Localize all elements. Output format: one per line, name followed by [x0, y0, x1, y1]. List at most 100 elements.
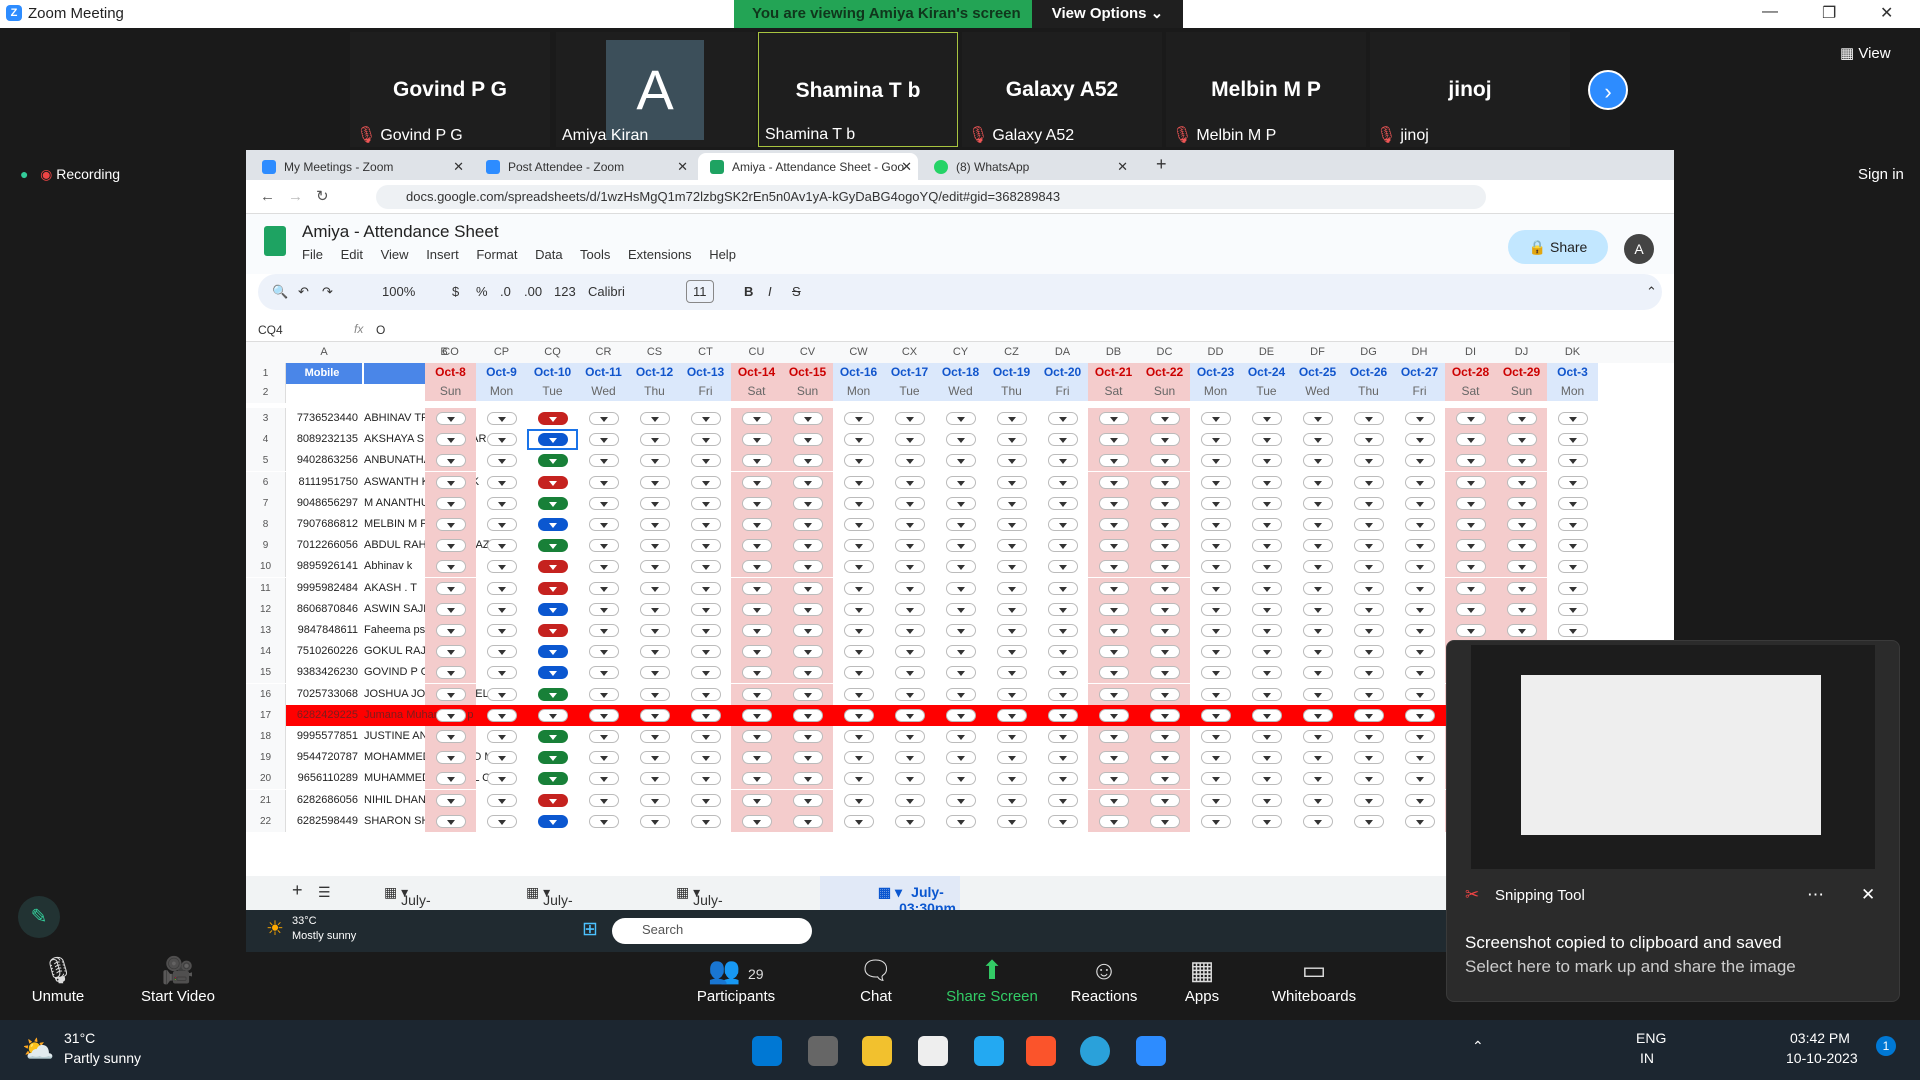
- table-row[interactable]: 5 9402863256 ANBUNATHAN: [246, 450, 1674, 472]
- dropdown-chip[interactable]: [1201, 539, 1231, 553]
- dropdown-chip[interactable]: [844, 730, 874, 743]
- row-number[interactable]: 11: [246, 577, 286, 599]
- dropdown-chip[interactable]: [1354, 708, 1384, 722]
- attendance-cell[interactable]: [1139, 662, 1190, 684]
- attendance-cell[interactable]: [1190, 450, 1241, 471]
- attendance-cell[interactable]: [1088, 429, 1139, 451]
- column-letter[interactable]: CU: [731, 346, 782, 358]
- dropdown-chip[interactable]: [1099, 412, 1129, 425]
- attendance-cell[interactable]: [731, 747, 782, 769]
- attendance-cell[interactable]: [1343, 768, 1394, 789]
- dropdown-chip[interactable]: [1252, 496, 1282, 510]
- mobile-cell[interactable]: 8606870846: [286, 599, 362, 620]
- avatar[interactable]: A: [1624, 234, 1654, 264]
- dropdown-chip[interactable]: [997, 412, 1027, 425]
- menu-edit[interactable]: Edit: [341, 247, 363, 262]
- dropdown-chip[interactable]: [1252, 730, 1282, 743]
- attendance-cell[interactable]: [1292, 747, 1343, 768]
- dropdown-chip[interactable]: [742, 496, 772, 510]
- attendance-cell[interactable]: [833, 747, 884, 768]
- dropdown-chip[interactable]: [1405, 412, 1435, 425]
- attendance-cell[interactable]: [1190, 811, 1241, 832]
- dropdown-chip[interactable]: [487, 433, 517, 447]
- dropdown-chip[interactable]: [691, 560, 721, 574]
- dropdown-chip[interactable]: [487, 730, 517, 743]
- attendance-cell[interactable]: [833, 811, 884, 832]
- dropdown-chip[interactable]: [487, 602, 517, 616]
- dropdown-chip[interactable]: [997, 624, 1027, 637]
- mobile-cell[interactable]: 8111951750: [286, 472, 362, 493]
- attendance-cell[interactable]: [1343, 429, 1394, 450]
- attendance-cell[interactable]: [1190, 556, 1241, 577]
- dropdown-chip[interactable]: [1558, 496, 1588, 510]
- dropdown-chip[interactable]: [1405, 624, 1435, 637]
- row-number[interactable]: 9: [246, 535, 286, 557]
- dropdown-chip[interactable]: [589, 708, 619, 722]
- attendance-cell[interactable]: [578, 408, 629, 429]
- attendance-cell[interactable]: [629, 535, 680, 556]
- dropdown-chip[interactable]: [640, 581, 670, 595]
- dropdown-chip[interactable]: [946, 645, 976, 659]
- dropdown-chip[interactable]: [436, 602, 466, 616]
- reload-icon[interactable]: ↻: [316, 187, 329, 205]
- attendance-cell[interactable]: [986, 790, 1037, 811]
- dropdown-chip[interactable]: [1150, 687, 1180, 701]
- attendance-cell[interactable]: [425, 450, 476, 472]
- sheet-tab-active[interactable]: ▦ July-03:30pm ▾: [820, 876, 960, 910]
- dropdown-chip[interactable]: [997, 454, 1027, 468]
- dropdown-chip[interactable]: [640, 814, 670, 828]
- row-number[interactable]: 16: [246, 683, 286, 705]
- attendance-cell[interactable]: [476, 450, 527, 471]
- font-select[interactable]: Calibri: [588, 284, 625, 299]
- attendance-cell[interactable]: [1139, 705, 1190, 726]
- dropdown-chip[interactable]: [1303, 454, 1333, 468]
- attendance-cell[interactable]: [527, 556, 578, 577]
- attendance-cell[interactable]: [1088, 577, 1139, 599]
- attendance-cell[interactable]: [1037, 726, 1088, 747]
- dropdown-chip[interactable]: [742, 645, 772, 659]
- dropdown-chip[interactable]: [589, 560, 619, 574]
- attendance-cell[interactable]: [884, 599, 935, 620]
- attendance-cell[interactable]: [476, 641, 527, 662]
- start-video-button[interactable]: 🎥 Start Video: [128, 952, 228, 1005]
- dropdown-chip[interactable]: [589, 793, 619, 807]
- attendance-cell[interactable]: [1241, 811, 1292, 832]
- attendance-cell[interactable]: [476, 556, 527, 577]
- dropdown-chip[interactable]: [1252, 645, 1282, 659]
- dropdown-chip[interactable]: [538, 793, 568, 807]
- dropdown-chip[interactable]: [1303, 602, 1333, 616]
- dropdown-chip[interactable]: [1507, 412, 1537, 425]
- dropdown-chip[interactable]: [1201, 730, 1231, 743]
- attendance-cell[interactable]: [1241, 514, 1292, 535]
- dropdown-chip[interactable]: [1201, 518, 1231, 531]
- dropdown-chip[interactable]: [895, 496, 925, 510]
- dropdown-chip[interactable]: [1405, 751, 1435, 765]
- dropdown-chip[interactable]: [1252, 751, 1282, 765]
- dropdown-chip[interactable]: [538, 412, 568, 425]
- dropdown-chip[interactable]: [1405, 645, 1435, 659]
- dropdown-chip[interactable]: [844, 496, 874, 510]
- attendance-cell[interactable]: [680, 556, 731, 577]
- attendance-cell[interactable]: [629, 514, 680, 535]
- attendance-cell[interactable]: [1292, 472, 1343, 493]
- dropdown-chip[interactable]: [997, 666, 1027, 680]
- annotate-pen-icon[interactable]: ✎: [18, 896, 60, 938]
- attendance-cell[interactable]: [476, 514, 527, 535]
- dropdown-chip[interactable]: [487, 518, 517, 531]
- dropdown-chip[interactable]: [1048, 518, 1078, 531]
- dropdown-chip[interactable]: [691, 751, 721, 765]
- attendance-cell[interactable]: [527, 726, 578, 747]
- dropdown-chip[interactable]: [793, 666, 823, 680]
- dropdown-chip[interactable]: [1099, 433, 1129, 447]
- dropdown-chip[interactable]: [1456, 518, 1486, 531]
- dropdown-chip[interactable]: [844, 666, 874, 680]
- attendance-cell[interactable]: [1496, 556, 1547, 578]
- attendance-cell[interactable]: [986, 556, 1037, 577]
- dropdown-chip[interactable]: [1201, 645, 1231, 659]
- column-letter[interactable]: CV: [782, 346, 833, 358]
- dropdown-chip[interactable]: [1201, 624, 1231, 637]
- dropdown-chip[interactable]: [487, 560, 517, 574]
- dropdown-chip[interactable]: [1507, 475, 1537, 489]
- attendance-cell[interactable]: [1037, 599, 1088, 620]
- attendance-cell[interactable]: [425, 429, 476, 451]
